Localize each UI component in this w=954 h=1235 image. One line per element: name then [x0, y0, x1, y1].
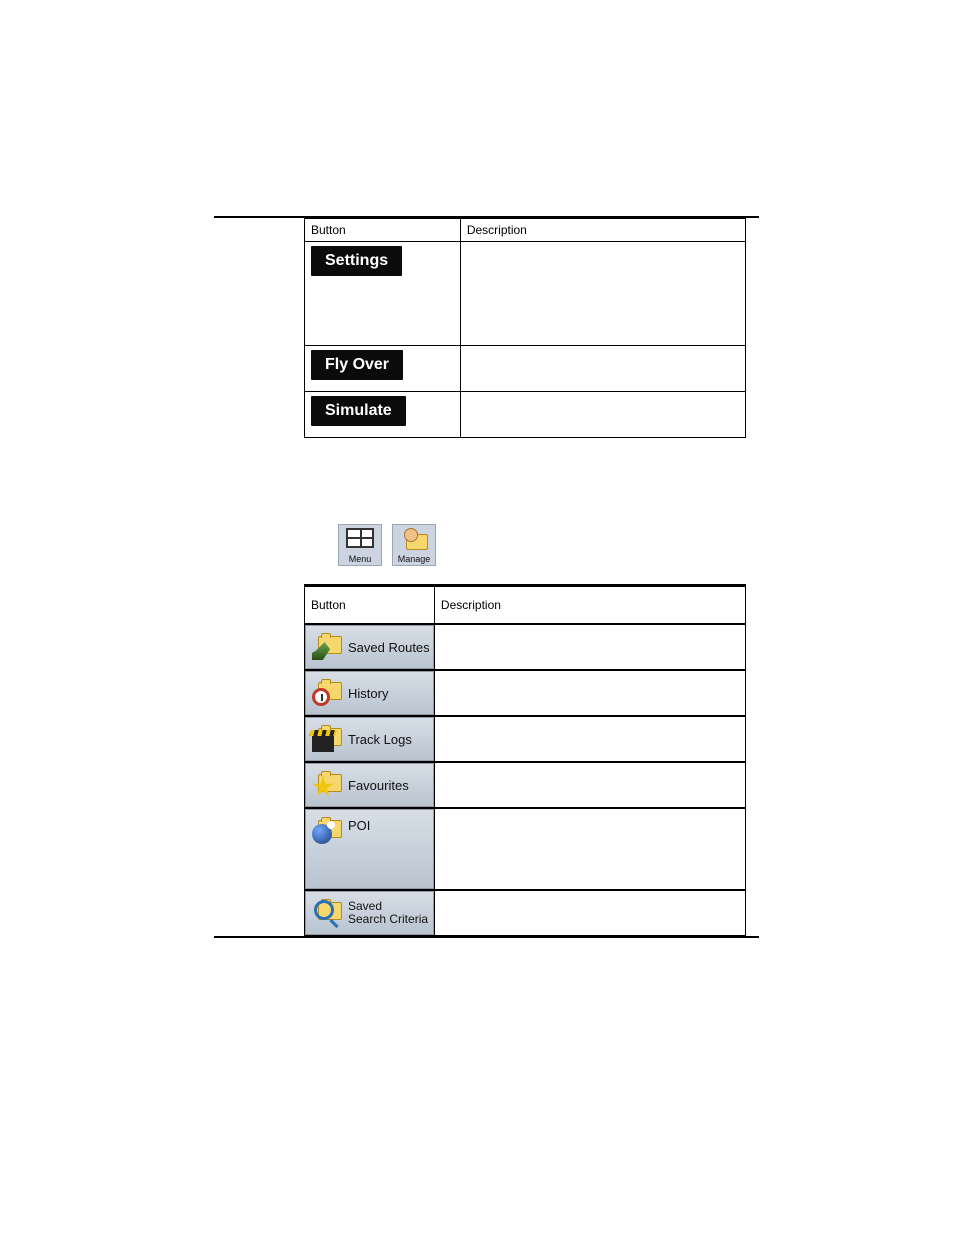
- poi-globe-icon: [312, 824, 332, 844]
- t1-row2-desc: [460, 346, 745, 392]
- t2-header-desc: Description: [434, 586, 745, 625]
- favourites-label: Favourites: [348, 778, 409, 793]
- track-logs-label: Track Logs: [348, 732, 412, 747]
- t2-row1-desc: [434, 624, 745, 670]
- t2-row5-desc: [434, 808, 745, 890]
- poi-label: POI: [348, 818, 370, 833]
- t2-row4-desc: [434, 762, 745, 808]
- settings-button[interactable]: Settings: [311, 246, 402, 276]
- t2-header-button: Button: [305, 586, 435, 625]
- track-logs-clapper-icon: [312, 736, 334, 752]
- manage-icon-button[interactable]: Manage: [392, 524, 436, 566]
- history-button[interactable]: History: [305, 671, 434, 715]
- poi-button[interactable]: POI: [305, 809, 434, 889]
- simulate-button[interactable]: Simulate: [311, 396, 406, 426]
- t1-header-desc: Description: [460, 219, 745, 242]
- history-label: History: [348, 686, 388, 701]
- menu-icon-button[interactable]: Menu: [338, 524, 382, 566]
- t1-row3-desc: [460, 392, 745, 438]
- manage-icon-label: Manage: [398, 554, 431, 564]
- history-clock-icon: [312, 688, 330, 706]
- track-logs-button[interactable]: Track Logs: [305, 717, 434, 761]
- menu-icon-label: Menu: [349, 554, 372, 564]
- buttons-table-1: Button Description Settings Fly Over Sim…: [304, 218, 746, 438]
- saved-routes-button[interactable]: Saved Routes: [305, 625, 434, 669]
- t1-header-button: Button: [305, 219, 461, 242]
- favourites-button[interactable]: Favourites: [305, 763, 434, 807]
- saved-routes-label: Saved Routes: [348, 640, 430, 655]
- search-magnifier-icon: [314, 900, 334, 920]
- menu-grid-icon: [346, 528, 374, 548]
- t2-row3-desc: [434, 716, 745, 762]
- bottom-rule: [214, 936, 759, 938]
- fly-over-button[interactable]: Fly Over: [311, 350, 403, 380]
- saved-search-criteria-button[interactable]: Saved Search Criteria: [305, 891, 434, 935]
- manage-user-folder-icon: [402, 528, 426, 550]
- t2-row6-desc: [434, 890, 745, 936]
- manage-buttons-table: Button Description Saved Routes History: [304, 584, 746, 936]
- saved-search-criteria-label: Saved Search Criteria: [348, 900, 428, 925]
- t1-row1-desc: [460, 242, 745, 346]
- t2-row2-desc: [434, 670, 745, 716]
